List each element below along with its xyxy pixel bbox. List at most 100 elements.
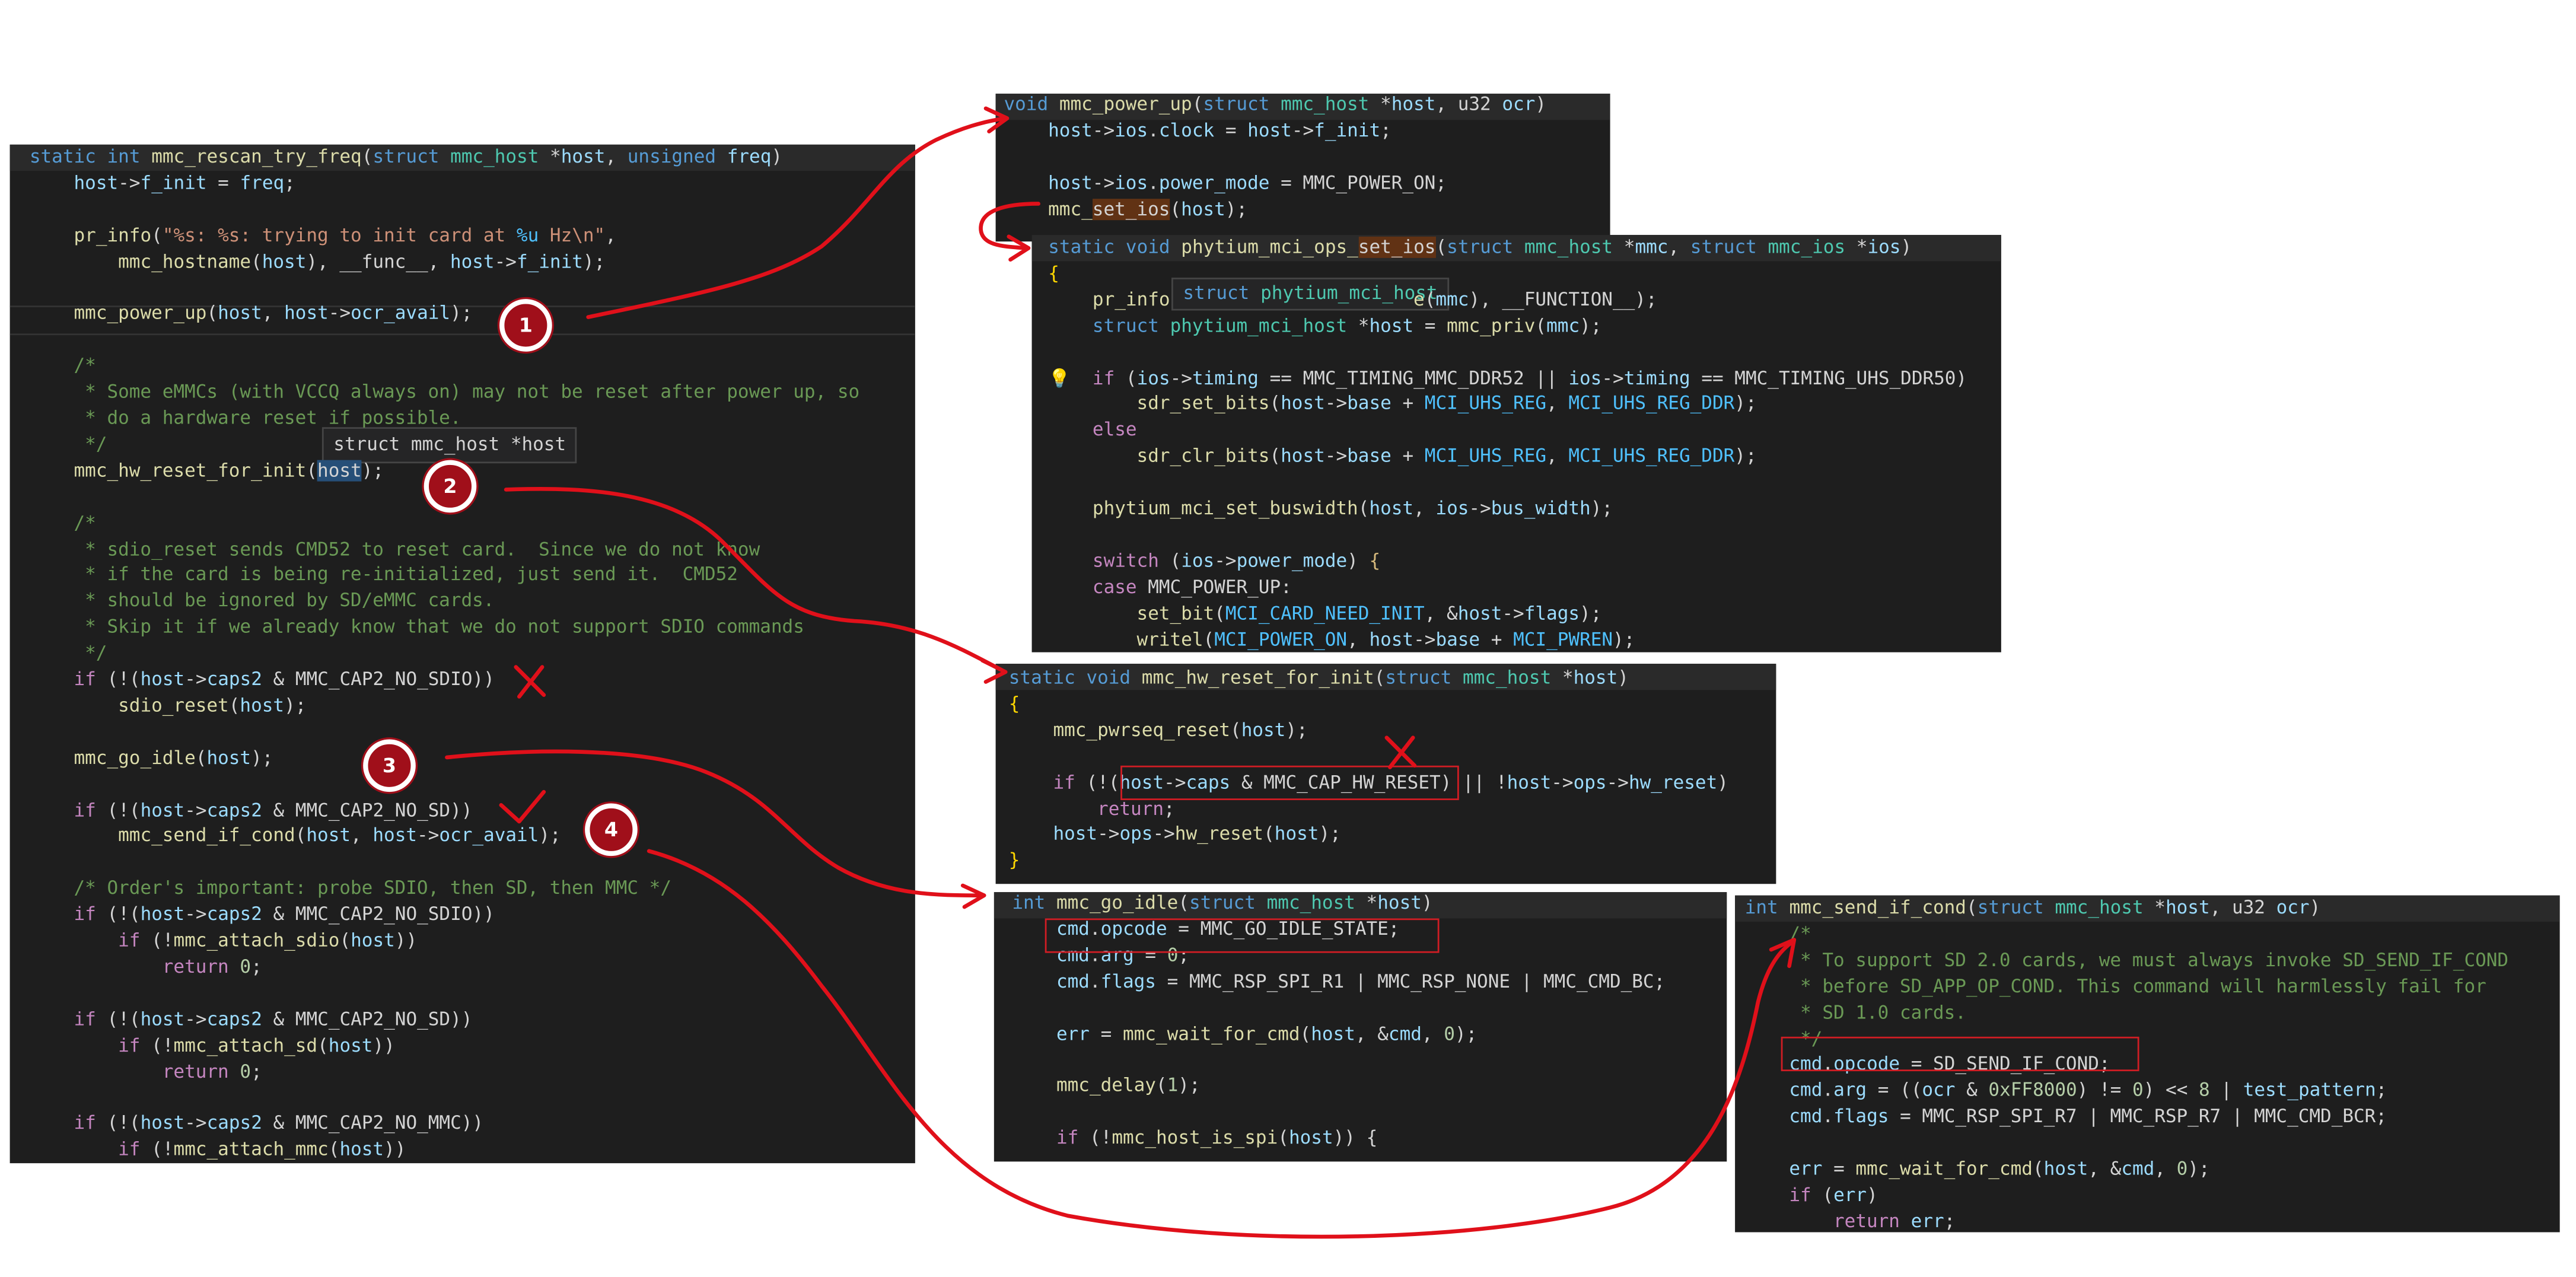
code-token: (: [1435, 236, 1447, 258]
code-token: set_ios: [1358, 236, 1436, 258]
code-token: ;: [1164, 797, 1175, 819]
code-token: (: [95, 1113, 119, 1135]
code-token: ->: [494, 250, 517, 272]
code-token: , &: [1355, 1023, 1389, 1044]
code-token: bus_width: [1491, 498, 1591, 520]
code-token: phytium_mci_host: [1170, 314, 1348, 336]
code-token: ->: [1413, 628, 1436, 650]
code-token: (: [1078, 1127, 1101, 1149]
code-token: ,: [262, 302, 285, 324]
code-token: host: [306, 825, 351, 847]
code-token: * Skip it if we already know that we do …: [29, 616, 804, 638]
code-token: (: [339, 929, 351, 951]
code-token: set_ios: [1092, 198, 1170, 220]
code-line: * before SD_APP_OP_COND. This command wi…: [1745, 974, 2486, 1000]
code-token: 0: [1444, 1023, 1455, 1044]
code-token: );: [284, 695, 307, 716]
code-line: int mmc_go_idle(struct mmc_host *host): [1012, 892, 1432, 917]
code-token: static: [1008, 667, 1075, 689]
panel-phytium-set-ios: struct phytium_mci_host 💡 static void ph…: [1031, 235, 2001, 652]
code-token: if: [74, 903, 96, 925]
code-line: if (!(host->caps2 & MMC_CAP2_NO_SD)): [30, 1007, 473, 1033]
code-token: if: [1789, 1184, 1811, 1206]
code-token: +: [1480, 628, 1514, 650]
code-token: ios: [1115, 119, 1148, 141]
code-token: {: [1008, 693, 1020, 715]
code-token: host: [328, 1034, 373, 1056]
code-line: set_bit(MCI_CARD_NEED_INIT, &host->flags…: [1048, 601, 1602, 627]
code-token: (: [1358, 498, 1370, 520]
code-token: case: [1092, 576, 1137, 598]
code-token: set_bit: [1136, 602, 1215, 624]
code-token: *: [539, 146, 561, 168]
code-token: *: [1355, 892, 1378, 914]
code-token: (: [1278, 1127, 1289, 1149]
code-token: !: [162, 929, 174, 951]
code-token: ,: [1413, 498, 1436, 520]
code-token: mmc_send_if_cond: [1789, 897, 1966, 919]
code-token: host: [218, 302, 262, 324]
code-token: );: [1454, 1023, 1478, 1044]
code-token: (: [95, 1008, 119, 1030]
code-line: /*: [30, 510, 95, 536]
code-token: host: [1274, 823, 1319, 845]
code-token: static: [29, 146, 96, 168]
code-token: {: [1369, 550, 1381, 572]
code-token: (: [317, 1034, 329, 1056]
code-token: |: [2209, 1079, 2243, 1101]
code-line: mmc_hostname(host), __func__, host->f_in…: [30, 249, 605, 275]
code-token: else: [1092, 419, 1137, 441]
code-token: host: [1369, 314, 1414, 336]
code-token: host: [1048, 171, 1093, 193]
code-token: (: [140, 1139, 163, 1161]
code-token: ->: [1092, 119, 1115, 141]
code-token: host: [140, 903, 185, 925]
code-line: /*: [30, 354, 95, 380]
code-token: if: [1056, 1127, 1079, 1149]
code-token: freq: [240, 172, 285, 194]
code-token: );: [1734, 393, 1757, 415]
code-token: ) !=: [2077, 1079, 2133, 1101]
code-line: else: [1048, 418, 1137, 444]
code-token: );: [1580, 602, 1602, 624]
code-token: (: [195, 747, 207, 769]
code-token: (: [328, 1139, 340, 1161]
code-token: host: [1181, 198, 1225, 220]
code-token: );: [1580, 314, 1602, 336]
code-token: !: [162, 1139, 174, 1161]
code-token: ->: [1291, 119, 1314, 141]
code-token: );: [1613, 628, 1635, 650]
code-token: (: [1170, 198, 1182, 220]
code-token: MCI_UHS_REG_DDR: [1568, 445, 1735, 467]
code-token: , &: [2088, 1158, 2122, 1180]
code-token: );: [1734, 445, 1757, 467]
code-token: {: [1048, 262, 1059, 284]
code-token: mmc_rescan_try_freq: [151, 146, 362, 168]
code-token: (: [1269, 445, 1281, 467]
code-token: ios: [1867, 236, 1901, 258]
code-token: )): [461, 1113, 484, 1135]
code-token: if: [118, 1034, 141, 1056]
code-token: */: [29, 433, 107, 455]
code-token: host: [1053, 823, 1098, 845]
code-token: = ((: [1867, 1079, 1922, 1101]
code-line: mmc_set_ios(host);: [1004, 196, 1247, 222]
code-token: mmc_send_if_cond: [118, 825, 295, 847]
code-token: host: [1369, 498, 1414, 520]
code-token: return: [1833, 1210, 1900, 1232]
code-token: *: [1347, 314, 1370, 336]
code-token: host: [1288, 1127, 1333, 1149]
